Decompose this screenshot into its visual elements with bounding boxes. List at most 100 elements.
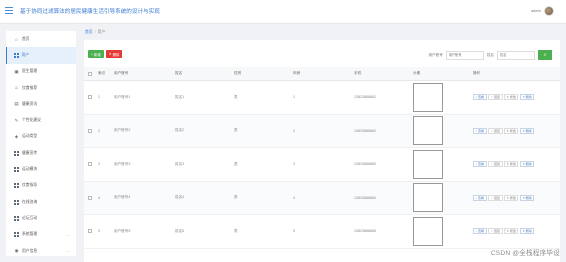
- select-all-checkbox-cell[interactable]: [88, 67, 92, 80]
- sidebar-item[interactable]: 在线咨询: [6, 194, 76, 210]
- breadcrumb-current: 用户: [97, 30, 106, 34]
- cell-name: 姓名5: [175, 228, 185, 233]
- action-buttons: ⌕ 查看 ♡ 回复 ✎ 修改 ✕ 删除: [473, 161, 535, 168]
- delete-button-label: 删除: [112, 52, 120, 57]
- watermark: CSDN @全栈程序毕设: [490, 250, 560, 257]
- add-button[interactable]: + 新增: [88, 50, 104, 58]
- sidebar-item[interactable]: ✎ 个性化建议: [6, 112, 76, 128]
- row-checkbox-cell[interactable]: [88, 215, 92, 248]
- username[interactable]: admin: [531, 9, 541, 13]
- cell-index: 1: [98, 95, 100, 100]
- view-button[interactable]: ⌕ 查看: [473, 127, 487, 134]
- search-icon: ⌕: [475, 195, 478, 200]
- user-table: 索引 用户账号 姓名 性别 年龄 手机 头像 操作 1 用户账号1 姓名1 男 1 13823888881…: [84, 67, 560, 249]
- sidebar-item[interactable]: ◈ 运动类型: [6, 129, 76, 145]
- edit-button[interactable]: ✎ 修改: [504, 161, 519, 168]
- edit-button[interactable]: ✎ 修改: [504, 127, 519, 134]
- menu-toggle-icon[interactable]: [5, 7, 13, 14]
- name-search-label: 姓名: [486, 52, 494, 57]
- cell-account: 用户账号3: [114, 161, 131, 166]
- top-header: 基于协同过滤算法的居民健康生活引导系统的设计与实现 admin: [0, 0, 566, 24]
- view-button[interactable]: ⌕ 查看: [473, 194, 487, 201]
- view-button-label: 查看: [477, 162, 484, 167]
- reply-button[interactable]: ♡ 回复: [488, 161, 503, 168]
- edit-icon: ✎: [506, 128, 510, 133]
- cell-age: 1: [293, 95, 295, 100]
- sidebar-item[interactable]: 论坛互动: [6, 210, 76, 226]
- view-button[interactable]: ⌕ 查看: [473, 228, 487, 235]
- column-header: 年龄: [293, 71, 301, 75]
- search-button[interactable]: ⌕: [538, 50, 552, 60]
- select-all-checkbox[interactable]: [88, 71, 92, 76]
- edit-button-label: 修改: [509, 195, 516, 200]
- delete-row-button[interactable]: ✕ 删除: [519, 228, 535, 235]
- account-search-label: 用户账号: [428, 52, 443, 57]
- reply-button[interactable]: ♡ 回复: [488, 194, 503, 201]
- sidebar-item[interactable]: 系统管理 ⌄: [6, 227, 76, 243]
- sidebar-item[interactable]: ⌂ 首页: [6, 31, 76, 47]
- row-actions: ⌕ 查看 ♡ 回复 ✎ 修改 ✕ 删除: [473, 148, 535, 181]
- cell-account: 用户账号5: [114, 228, 131, 233]
- reply-button-label: 回复: [494, 229, 501, 234]
- row-checkbox-cell[interactable]: [88, 148, 92, 181]
- sidebar-item[interactable]: 饮食指导: [6, 178, 76, 194]
- delete-row-button[interactable]: ✕ 删除: [519, 127, 535, 134]
- delete-row-button-label: 删除: [525, 128, 532, 133]
- sidebar-item-label: 医生管理: [22, 69, 38, 74]
- cell-sex: 男: [234, 128, 238, 133]
- row-checkbox-cell[interactable]: [88, 81, 92, 114]
- reply-button[interactable]: ♡ 回复: [488, 127, 503, 134]
- sidebar-item[interactable]: ◉ 用户信息 ⌄: [6, 243, 76, 259]
- avatar-image: [413, 149, 443, 179]
- delete-row-button[interactable]: ✕ 删除: [519, 194, 535, 201]
- sidebar-item[interactable]: ▣ 医生管理: [6, 64, 76, 80]
- news-icon: ▤: [14, 101, 19, 107]
- grid-icon: [14, 167, 19, 173]
- main-content: + 新增 ✕删除 用户账号 姓名 ⌕ 索引用户账号姓名性别年龄手机头像操作1用户…: [84, 40, 560, 262]
- grid-icon: [14, 183, 19, 189]
- action-buttons: ⌕ 查看 ♡ 回复 ✎ 修改 ✕ 删除: [473, 228, 535, 235]
- row-checkbox[interactable]: [88, 162, 92, 167]
- row-checkbox[interactable]: [88, 195, 92, 200]
- table-row: 2 用户账号2 姓名2 男 2 13823888882 ⌕ 查看 ♡ 回复 ✎ 修改 ✕ 删除: [84, 114, 560, 148]
- row-checkbox-cell[interactable]: [88, 115, 92, 148]
- sidebar-item[interactable]: 用户: [6, 47, 76, 64]
- photo-cell: [413, 148, 443, 181]
- food-icon: ♨: [14, 85, 19, 91]
- account-search-input[interactable]: [445, 50, 484, 60]
- row-checkbox-cell[interactable]: [88, 182, 92, 215]
- edit-icon: ✎: [506, 195, 510, 200]
- breadcrumb-home[interactable]: 首页: [85, 30, 93, 34]
- row-checkbox[interactable]: [88, 128, 92, 133]
- edit-icon: ✎: [506, 95, 510, 100]
- cell-age: 2: [293, 128, 295, 133]
- sidebar-item[interactable]: ♨ 饮食推荐: [6, 80, 76, 96]
- edit-button-label: 修改: [509, 128, 516, 133]
- sidebar-item-label: 饮食指导: [22, 183, 38, 188]
- delete-icon: ✕: [522, 95, 525, 100]
- photo-cell: [413, 81, 443, 114]
- delete-row-button[interactable]: ✕ 删除: [519, 94, 535, 101]
- edit-button[interactable]: ✎ 修改: [504, 94, 519, 101]
- column-header: 用户账号: [114, 71, 129, 75]
- view-button[interactable]: ⌕ 查看: [473, 161, 487, 168]
- avatar-image: [413, 116, 443, 146]
- avatar[interactable]: [544, 6, 554, 16]
- row-checkbox[interactable]: [88, 95, 92, 100]
- view-button-label: 查看: [477, 229, 484, 234]
- sidebar-item[interactable]: ▤ 健康资讯: [6, 96, 76, 112]
- action-buttons: ⌕ 查看 ♡ 回复 ✎ 修改 ✕ 删除: [473, 94, 535, 101]
- sidebar-item[interactable]: 运动模块: [6, 161, 76, 177]
- edit-button[interactable]: ✎ 修改: [504, 228, 519, 235]
- row-checkbox[interactable]: [88, 229, 92, 234]
- view-button[interactable]: ⌕ 查看: [473, 94, 487, 101]
- delete-row-button[interactable]: ✕ 删除: [519, 161, 535, 168]
- sidebar-item[interactable]: 健康宣传: [6, 145, 76, 161]
- name-search-input[interactable]: [497, 50, 535, 60]
- sidebar-item-label: 运动类型: [22, 134, 38, 139]
- reply-button[interactable]: ♡ 回复: [488, 94, 503, 101]
- edit-button[interactable]: ✎ 修改: [504, 194, 519, 201]
- user-info-icon: ◉: [14, 248, 19, 253]
- reply-button[interactable]: ♡ 回复: [488, 228, 503, 235]
- delete-button[interactable]: ✕ 删除: [105, 50, 123, 58]
